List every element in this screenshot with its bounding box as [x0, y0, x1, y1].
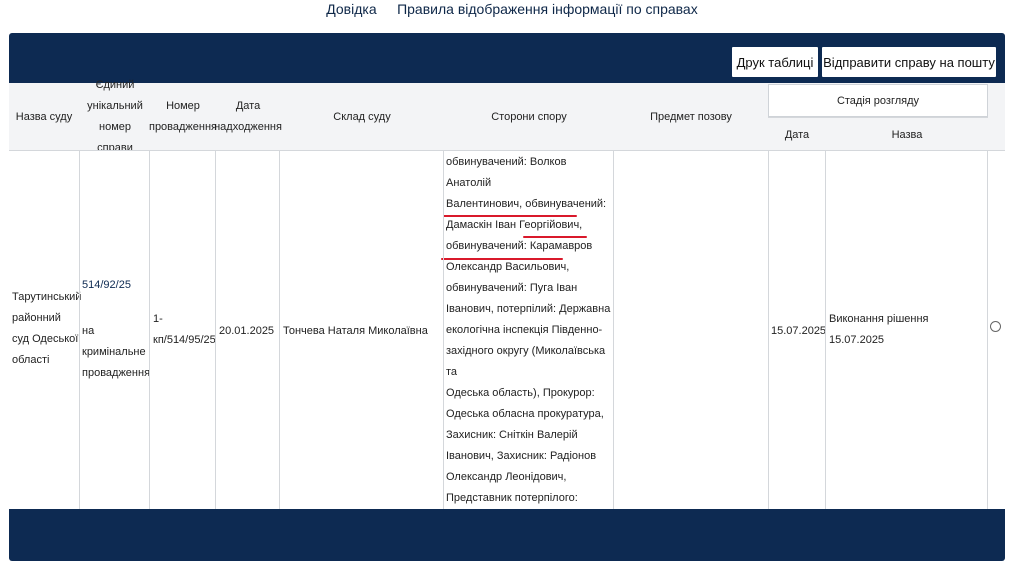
col-stage-header: Стадія розгляду	[768, 84, 988, 117]
parties-line: Захисник: Сніткін Валерій	[446, 429, 578, 441]
print-table-button[interactable]: Друк таблиці	[731, 46, 819, 78]
col-stage-name-header: Назва	[891, 128, 923, 141]
divider	[825, 151, 826, 509]
divider	[9, 150, 1005, 151]
case-panel: Друк таблиці Відправити справу на пошту …	[9, 33, 1005, 561]
col-unique-number-header: Єдиний унікальний номер справи	[87, 79, 143, 154]
help-link[interactable]: Довідка	[326, 1, 376, 17]
divider	[987, 151, 988, 509]
parties-line: Одеська обласна прокуратура,	[446, 408, 604, 420]
highlight-underline	[443, 215, 577, 217]
court-name-cell: Тарутинський районний суд Одеської облас…	[12, 291, 82, 366]
parties-line: Одеська область), Прокурор:	[446, 387, 595, 399]
parties-line: Іванович, Захисник: Радіонов	[446, 450, 597, 462]
parties-line: Валентинович, обвинувачений:	[446, 198, 607, 210]
col-proceeding-number-header: Номер провадження	[148, 100, 218, 133]
judge-cell: Тончева Наталя Миколаївна	[283, 325, 428, 337]
divider	[443, 151, 444, 509]
parties-line: Олександр Васильович,	[446, 261, 570, 273]
parties-cell: обвинувачений: Волков Анатолій Валентинов…	[446, 152, 614, 530]
col-parties-header: Сторони спору	[491, 110, 567, 123]
highlight-underline	[523, 236, 587, 238]
send-case-email-button[interactable]: Відправити справу на пошту	[821, 46, 997, 78]
col-court-header: Назва суду	[15, 110, 73, 123]
divider	[79, 151, 80, 509]
panel-header: Друк таблиці Відправити справу на пошту	[9, 33, 1005, 83]
table-row: Тарутинський районний суд Одеської облас…	[9, 151, 1005, 525]
parties-line: Представник потерпілого:	[446, 492, 578, 504]
top-nav: Довідка Правила відображення інформації …	[0, 0, 1024, 28]
divider	[279, 151, 280, 509]
divider	[768, 117, 988, 118]
parties-line: обвинувачений: Пуга Іван	[446, 282, 578, 294]
received-date-cell: 20.01.2025	[219, 325, 275, 337]
panel-footer	[9, 509, 1005, 561]
parties-line: Дамаскін Іван Георгійович,	[446, 219, 583, 231]
parties-line: західного округу (Миколаївська та	[446, 345, 606, 378]
proceeding-number-cell: 1-кп/514/95/25	[153, 313, 216, 346]
parties-line: Олександр Леонідович,	[446, 471, 567, 483]
case-number-link[interactable]: 514/92/25	[82, 275, 148, 296]
parties-line: обвинувачений: Волков Анатолій	[446, 156, 567, 189]
col-composition-header: Склад суду	[333, 110, 391, 123]
parties-line: Іванович, потерпілий: Державна	[446, 303, 611, 315]
divider	[613, 151, 614, 509]
stage-date-cell: 15.07.2025	[771, 325, 827, 337]
stage-name-cell: Виконання рішення 15.07.2025	[829, 313, 929, 346]
col-received-date-header: Дата надходження	[214, 100, 282, 133]
display-rules-link[interactable]: Правила відображення інформації по справ…	[397, 1, 698, 17]
parties-line: екологічна інспекція Південно-	[446, 324, 603, 336]
highlight-underline	[441, 258, 563, 260]
row-select-radio[interactable]	[990, 321, 1001, 332]
col-stage-date-header: Дата	[784, 128, 810, 141]
divider	[149, 151, 150, 509]
parties-line: обвинувачений: Карамавров	[446, 240, 593, 252]
divider	[215, 151, 216, 509]
divider	[768, 151, 769, 509]
case-type-cell: на кримінальне провадження	[82, 325, 151, 379]
col-subject-header: Предмет позову	[650, 110, 732, 123]
